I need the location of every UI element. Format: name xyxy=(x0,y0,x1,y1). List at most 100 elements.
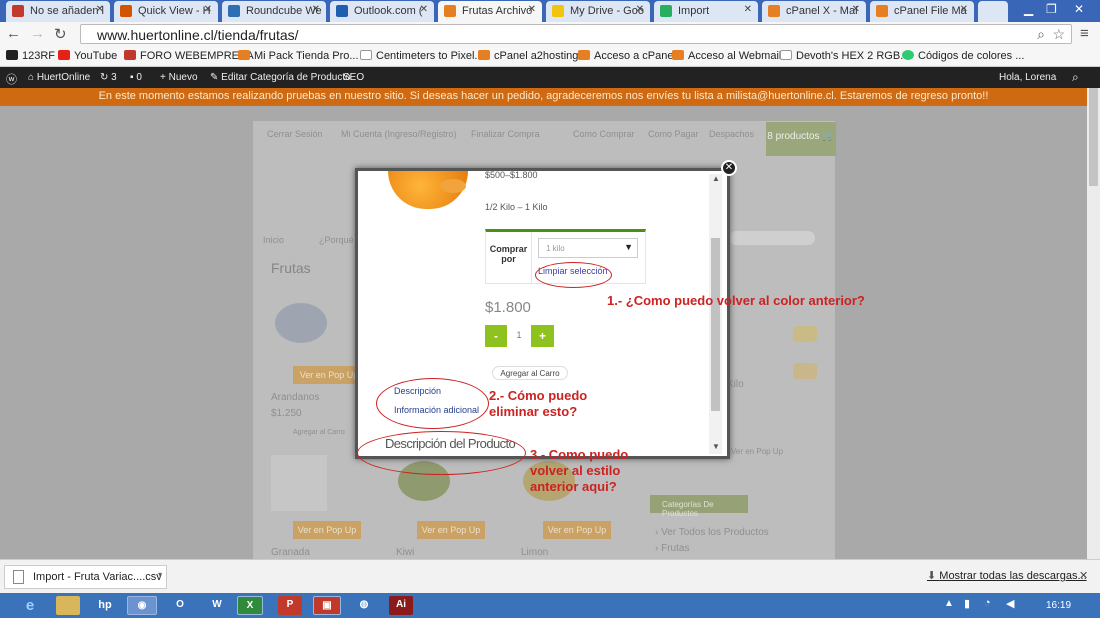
nav-checkout[interactable]: Finalizar Compra xyxy=(471,129,540,139)
tab-8[interactable]: cPanel X - Mai ✕ xyxy=(762,1,866,22)
product-name[interactable]: Granada xyxy=(271,547,310,558)
close-tab-icon[interactable]: ✕ xyxy=(960,4,968,15)
qty-minus-button[interactable]: - xyxy=(485,325,507,347)
add-to-cart-button[interactable]: Agregar al Carro xyxy=(492,366,568,380)
category-all-link[interactable]: › Ver Todos los Productos xyxy=(655,527,769,538)
close-tab-icon[interactable]: ✕ xyxy=(312,4,320,15)
tab-4[interactable]: Outlook.com (✕ xyxy=(330,1,434,22)
close-window-icon[interactable]: ✕ xyxy=(1074,2,1084,16)
close-tab-icon[interactable]: ✕ xyxy=(420,4,428,15)
tab-1[interactable]: No se añaden l ✕ xyxy=(6,1,110,22)
page-scrollbar-thumb[interactable] xyxy=(1089,88,1098,186)
app-icon[interactable]: ▣ xyxy=(313,596,341,615)
chrome-taskbar-icon[interactable]: ◉ xyxy=(127,596,157,615)
close-tab-icon[interactable]: ✕ xyxy=(204,4,212,15)
tab-5-active[interactable]: Frutas Archivo ✕ xyxy=(438,1,542,22)
modal-close-icon[interactable]: ✕ xyxy=(721,160,737,176)
product-image-granada[interactable] xyxy=(271,455,327,511)
variation-select[interactable]: 1 kilo ▼ xyxy=(538,238,638,258)
nav-logout[interactable]: Cerrar Sesión xyxy=(267,129,323,139)
outlook-icon[interactable]: O xyxy=(168,596,192,615)
bookmark-webmail[interactable]: Acceso al Webmail xyxy=(672,50,781,62)
minimize-icon[interactable]: ▁ xyxy=(1024,2,1033,16)
wifi-icon[interactable]: ◔ xyxy=(984,597,991,609)
search-icon[interactable]: ⌕ xyxy=(1072,70,1079,85)
popup-button-granada[interactable]: Ver en Pop Up xyxy=(293,521,361,539)
add-to-cart-small[interactable]: Agregar al Carro xyxy=(293,429,345,436)
qty-plus-button[interactable]: + xyxy=(531,325,554,347)
site-search-input[interactable] xyxy=(729,231,815,245)
bookmark-hex2rgb[interactable]: Devoth's HEX 2 RGB... xyxy=(780,50,909,62)
maximize-icon[interactable]: ❐ xyxy=(1046,2,1057,16)
powerpoint-icon[interactable]: P xyxy=(278,596,302,615)
scroll-up-icon[interactable]: ▲ xyxy=(712,174,720,183)
word-icon[interactable]: W xyxy=(205,596,229,615)
edit-category-link[interactable]: ✎ Editar Categoría de Producto xyxy=(210,72,351,83)
comments-link[interactable]: ▪ 0 xyxy=(130,72,142,83)
explorer-icon[interactable] xyxy=(56,596,80,615)
modal-scrollbar-thumb[interactable] xyxy=(711,238,720,411)
popup-button-limon[interactable]: Ver en Pop Up xyxy=(543,521,611,539)
product-name[interactable]: Arandanos xyxy=(271,392,319,403)
close-tab-icon[interactable]: ✕ xyxy=(744,4,752,15)
nav-shipping[interactable]: Despachos xyxy=(709,129,754,139)
menu-icon[interactable]: ≡ xyxy=(1080,25,1089,42)
excel-icon[interactable]: X xyxy=(237,596,263,615)
bookmark-mipack[interactable]: Mi Pack Tienda Pro... xyxy=(238,50,359,62)
tab-2[interactable]: Quick View - H ✕ xyxy=(114,1,218,22)
category-frutas-link[interactable]: › Frutas xyxy=(655,543,689,554)
clock[interactable]: 16:19 xyxy=(1046,600,1071,611)
bookmark-123rf[interactable]: 123RF xyxy=(6,50,55,62)
tray-chevron-icon[interactable]: ▲ xyxy=(944,598,954,609)
new-link[interactable]: + Nuevo xyxy=(160,72,198,83)
ie-icon[interactable]: e xyxy=(18,594,42,614)
bookmark-acceso-cpanel[interactable]: Acceso a cPanel xyxy=(578,50,676,62)
tab-6[interactable]: My Drive - Goo ✕ xyxy=(546,1,650,22)
tray-device-icon[interactable]: ▮ xyxy=(964,597,970,610)
close-tab-icon[interactable]: ✕ xyxy=(636,4,644,15)
cart-button[interactable]: 8 productos 🛒 xyxy=(766,122,836,156)
download-item[interactable]: Import - Fruta Variac....csv ▾ xyxy=(4,565,167,589)
tab-7[interactable]: Import ✕ xyxy=(654,1,758,22)
user-greeting[interactable]: Hola, Lorena xyxy=(999,72,1056,83)
tab-9[interactable]: cPanel File Ma ✕ xyxy=(870,1,974,22)
forward-icon[interactable]: → xyxy=(30,25,45,42)
product-thumb[interactable] xyxy=(793,363,817,379)
show-all-downloads[interactable]: ⬇ Mostrar todas las descargas... xyxy=(927,569,1087,582)
volume-icon[interactable]: ◀ xyxy=(1006,597,1014,610)
bookmark-centimeters[interactable]: Centimeters to Pixel... xyxy=(360,50,484,62)
updates-link[interactable]: ↻ 3 xyxy=(100,72,117,83)
right-popup-button[interactable]: Ver en Pop Up xyxy=(731,447,783,456)
wordpress-icon[interactable]: ⓦ xyxy=(6,71,17,87)
address-bar[interactable]: www.huertonline.cl/tienda/frutas/ ⌕ ☆ xyxy=(80,24,1072,44)
menu-home[interactable]: Inicio xyxy=(263,235,284,245)
site-name-link[interactable]: ⌂ HuertOnline xyxy=(28,72,90,83)
bookmark-colores[interactable]: Códigos de colores ... xyxy=(902,50,1024,62)
product-name[interactable]: Kiwi xyxy=(396,547,414,558)
tab-3[interactable]: Roundcube We ✕ xyxy=(222,1,326,22)
search-icon[interactable]: ⌕ xyxy=(1037,26,1045,43)
product-image-arandanos[interactable] xyxy=(275,303,327,343)
close-tab-icon[interactable]: ✕ xyxy=(96,4,104,15)
nav-account[interactable]: Mi Cuenta (Ingreso/Registro) xyxy=(341,129,457,139)
back-icon[interactable]: ← xyxy=(6,25,21,42)
network-app-icon[interactable]: ◍ xyxy=(352,596,376,615)
scroll-down-icon[interactable]: ▼ xyxy=(712,442,720,451)
bookmark-a2hosting[interactable]: cPanel a2hosting xyxy=(478,50,578,62)
product-thumb[interactable] xyxy=(793,326,817,342)
nav-how-to-pay[interactable]: Como Pagar xyxy=(648,129,699,139)
bookmark-youtube[interactable]: YouTube xyxy=(58,50,117,62)
star-icon[interactable]: ☆ xyxy=(1052,26,1065,43)
seo-link[interactable]: SEO xyxy=(343,72,364,83)
nav-how-to-buy[interactable]: Como Comprar xyxy=(573,129,635,139)
qty-input[interactable]: 1 xyxy=(508,325,530,347)
url-text[interactable]: www.huertonline.cl/tienda/frutas/ xyxy=(97,27,299,43)
reload-icon[interactable]: ↻ xyxy=(54,25,67,43)
hp-icon[interactable]: hp xyxy=(93,596,117,615)
close-download-bar-icon[interactable]: ✕ xyxy=(1079,569,1088,582)
page-scrollbar[interactable] xyxy=(1087,88,1100,559)
product-name[interactable]: Limon xyxy=(521,547,548,558)
close-tab-icon[interactable]: ✕ xyxy=(852,4,860,15)
close-tab-icon[interactable]: ✕ xyxy=(528,4,536,15)
new-tab-button[interactable] xyxy=(978,1,1008,22)
